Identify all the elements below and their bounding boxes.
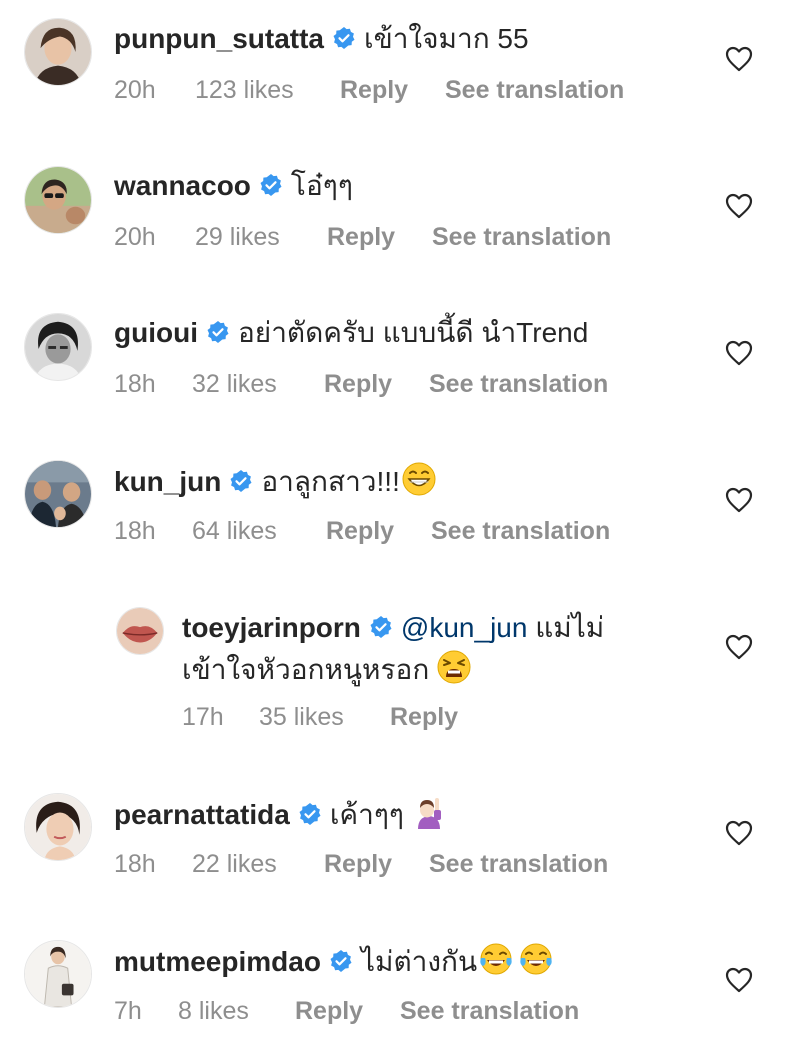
- timestamp: 17h: [182, 703, 224, 731]
- avatar[interactable]: [24, 460, 92, 528]
- like-heart-icon[interactable]: [725, 340, 753, 366]
- comment-text: แม่ไม่: [527, 612, 605, 643]
- comment-text-line: guioui อย่าตัดครับ แบบนี้ดี นำTrend: [114, 315, 588, 351]
- like-heart-icon[interactable]: [725, 634, 753, 660]
- timestamp: 18h: [114, 850, 156, 878]
- avatar[interactable]: [116, 607, 164, 655]
- username[interactable]: pearnattatida: [114, 799, 290, 830]
- woman-standing-avatar: [25, 941, 91, 1007]
- woman-sunglasses-avatar: [25, 167, 91, 233]
- see-translation-button[interactable]: See translation: [431, 516, 610, 546]
- see-translation-button[interactable]: See translation: [429, 369, 608, 399]
- comment-text-line: pearnattatida เค้าๆๆ: [114, 795, 446, 833]
- verified-badge-icon: [298, 802, 322, 826]
- avatar[interactable]: [24, 793, 92, 861]
- like-heart-icon[interactable]: [725, 487, 753, 513]
- reply-button[interactable]: Reply: [327, 222, 395, 252]
- like-heart-icon[interactable]: [725, 193, 753, 219]
- like-heart-icon[interactable]: [725, 967, 753, 993]
- mention-link[interactable]: @kun_jun: [401, 612, 528, 643]
- timestamp: 20h: [114, 76, 156, 104]
- comment-text-line-2: เข้าใจหัวอกหนูหรอก: [182, 650, 471, 688]
- avatar[interactable]: [24, 940, 92, 1008]
- grinning-emoji: [402, 462, 436, 496]
- woman-closeup-avatar: [25, 794, 91, 860]
- timestamp: 18h: [114, 370, 156, 398]
- like-count[interactable]: 29 likes: [195, 222, 280, 252]
- reply-button[interactable]: Reply: [295, 996, 363, 1026]
- verified-badge-icon: [206, 320, 230, 344]
- comment-text: เข้าใจหัวอกหนูหรอก: [182, 654, 430, 685]
- verified-badge-icon: [332, 26, 356, 50]
- comment-text-line: punpun_sutatta เข้าใจมาก 55: [114, 21, 529, 57]
- reply-button[interactable]: Reply: [390, 702, 458, 732]
- username[interactable]: toeyjarinporn: [182, 612, 361, 643]
- verified-badge-icon: [229, 469, 253, 493]
- like-count[interactable]: 32 likes: [192, 369, 277, 399]
- like-heart-icon[interactable]: [725, 46, 753, 72]
- bw-portrait-avatar: [25, 314, 91, 380]
- timestamp: 18h: [114, 517, 156, 545]
- see-translation-button[interactable]: See translation: [429, 849, 608, 879]
- comment-text: เค้าๆๆ: [329, 799, 404, 830]
- see-translation-button[interactable]: See translation: [432, 222, 611, 252]
- avatar[interactable]: [24, 313, 92, 381]
- comment-text: โอ๋ๆๆ: [290, 170, 353, 201]
- tears-of-joy-emoji: [519, 942, 553, 976]
- comment-text-line: wannacoo โอ๋ๆๆ: [114, 168, 353, 204]
- reply-button[interactable]: Reply: [340, 75, 408, 105]
- verified-badge-icon: [369, 615, 393, 639]
- username[interactable]: mutmeepimdao: [114, 946, 321, 977]
- tired-face-emoji: [437, 650, 471, 684]
- like-count[interactable]: 35 likes: [259, 702, 344, 732]
- like-count[interactable]: 8 likes: [178, 996, 249, 1026]
- comment-text-line: mutmeepimdao ไม่ต่างกัน: [114, 942, 553, 980]
- comment-text: เข้าใจมาก 55: [364, 23, 529, 54]
- like-heart-icon[interactable]: [725, 820, 753, 846]
- timestamp: 20h: [114, 223, 156, 251]
- reply-button[interactable]: Reply: [324, 849, 392, 879]
- lips-avatar: [117, 608, 163, 654]
- group-photo-avatar: [25, 461, 91, 527]
- reply-button[interactable]: Reply: [326, 516, 394, 546]
- comment-text: ไม่ต่างกัน: [360, 946, 478, 977]
- see-translation-button[interactable]: See translation: [445, 75, 624, 105]
- username[interactable]: kun_jun: [114, 466, 221, 497]
- username[interactable]: guioui: [114, 317, 198, 348]
- comment-text-line: kun_jun อาลูกสาว!!!: [114, 462, 436, 500]
- like-count[interactable]: 64 likes: [192, 516, 277, 546]
- tears-of-joy-emoji: [479, 942, 513, 976]
- raising-hand-emoji: [411, 795, 446, 829]
- like-count[interactable]: 22 likes: [192, 849, 277, 879]
- comment-text: อย่าตัดครับ แบบนี้ดี นำTrend: [237, 317, 589, 348]
- verified-badge-icon: [259, 173, 283, 197]
- like-count[interactable]: 123 likes: [195, 75, 294, 105]
- comment-text: อาลูกสาว!!!: [261, 466, 400, 497]
- see-translation-button[interactable]: See translation: [400, 996, 579, 1026]
- woman-portrait-avatar: [25, 19, 91, 85]
- timestamp: 7h: [114, 997, 142, 1025]
- comment-text-line: toeyjarinporn @kun_jun แม่ไม่: [182, 610, 604, 646]
- username[interactable]: wannacoo: [114, 170, 251, 201]
- verified-badge-icon: [329, 949, 353, 973]
- avatar[interactable]: [24, 166, 92, 234]
- username[interactable]: punpun_sutatta: [114, 23, 324, 54]
- avatar[interactable]: [24, 18, 92, 86]
- reply-button[interactable]: Reply: [324, 369, 392, 399]
